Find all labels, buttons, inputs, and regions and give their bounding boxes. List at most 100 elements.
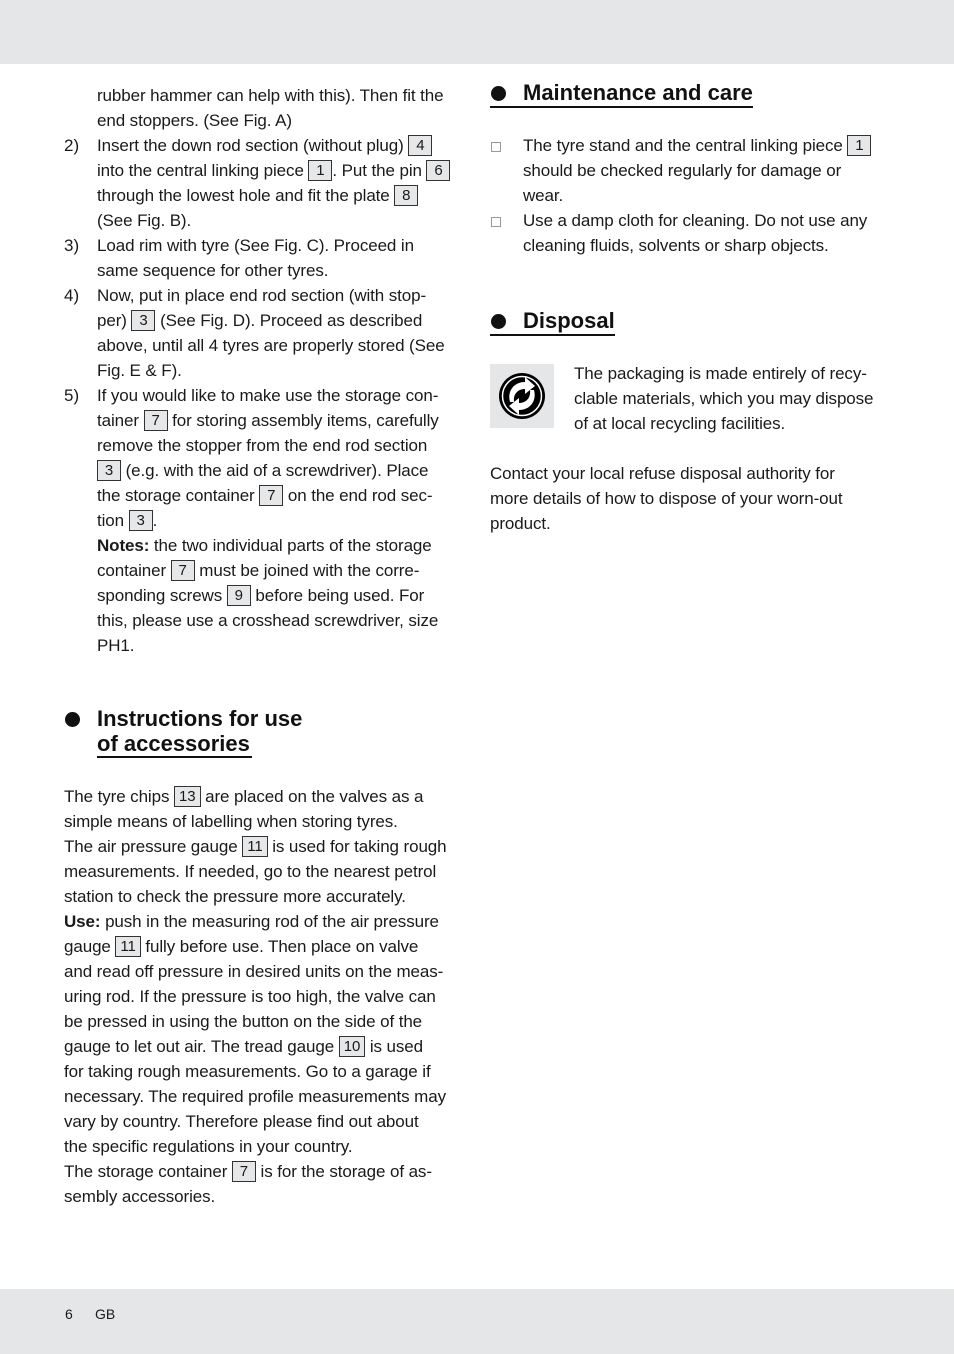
text-line: The air pressure gauge 11 is used for ta…	[64, 836, 447, 857]
part-reference-badge: 9	[226, 585, 251, 606]
assembly-step: Now, put in place end rod section (with …	[64, 283, 464, 383]
text-line: and read off pressure in desired units o…	[64, 962, 444, 981]
part-reference-badge: 7	[231, 1161, 256, 1182]
heading-bullet-icon	[65, 712, 80, 727]
contact-text: Contact your local refuse disposal autho…	[490, 461, 890, 536]
text-line: vary by country. Therefore please find o…	[64, 1112, 419, 1131]
part-reference-badge: 7	[259, 485, 284, 506]
recycling-icon-box	[490, 364, 554, 428]
part-reference-badge: 1	[847, 135, 872, 156]
text-line: tainer 7 for storing assembly items, car…	[97, 410, 439, 431]
step-continuation: rubber hammer can help with this). Then …	[64, 83, 464, 133]
text-line: product.	[490, 514, 551, 533]
text-line: for taking rough measurements. Go to a g…	[64, 1062, 431, 1081]
heading-text: Maintenance and care	[523, 80, 753, 105]
text-line: The tyre chips 13 are placed on the valv…	[64, 786, 424, 807]
right-column: Maintenance and care The tyre stand and …	[490, 80, 890, 536]
text-line: more details of how to dispose of your w…	[490, 489, 843, 508]
text-line: same sequence for other tyres.	[97, 261, 329, 280]
text-line: simple means of labelling when storing t…	[64, 812, 398, 831]
step-number: 2)	[64, 136, 80, 155]
text-line: through the lowest hole and fit the plat…	[64, 183, 464, 208]
text-line: Fig. E & F).	[97, 361, 182, 380]
text-line: tion 3.	[97, 510, 158, 531]
text-line: per) 3 (See Fig. D). Proceed as describe…	[97, 310, 423, 331]
text-line: Insert the down rod section (without plu…	[64, 133, 464, 158]
text-line: If you would like to make use the storag…	[97, 386, 439, 405]
text-line: Use a damp cloth for cleaning. Do not us…	[523, 211, 868, 230]
heading-text: Disposal	[523, 308, 615, 333]
text-line: end stoppers. (See Fig. A)	[97, 111, 292, 130]
text-line: sembly accessories.	[64, 1187, 216, 1206]
part-reference-badge: 10	[338, 1036, 366, 1057]
part-reference-badge: 1	[308, 160, 333, 181]
text-line: remove the stopper from the end rod sect…	[97, 436, 428, 455]
bold-label: Notes:	[97, 536, 150, 555]
text-line: gauge to let out air. The tread gauge 10…	[64, 1036, 424, 1057]
text-line: the specific regulations in your country…	[64, 1137, 353, 1156]
heading-line: Instructions for use	[97, 706, 303, 731]
green-dot-recycling-icon	[499, 373, 545, 419]
text-line: above, until all 4 tyres are properly st…	[97, 336, 445, 355]
text-line: into the central linking piece 1. Put th…	[64, 158, 464, 183]
maintenance-item: The tyre stand and the central linking p…	[490, 133, 890, 208]
maintenance-item: Use a damp cloth for cleaning. Do not us…	[490, 208, 890, 258]
maintenance-list: The tyre stand and the central linking p…	[490, 133, 890, 258]
text-line: The tyre stand and the central linking p…	[490, 133, 890, 158]
text-line: Load rim with tyre (See Fig. C). Proceed…	[97, 236, 414, 255]
accessories-text: The tyre chips 13 are placed on the valv…	[64, 784, 464, 1209]
text-line: cleaning fluids, solvents or sharp objec…	[523, 236, 829, 255]
text-line: (See Fig. B).	[97, 211, 192, 230]
text-line: Now, put in place end rod section (with …	[97, 286, 427, 305]
heading-bullet-icon	[491, 314, 506, 329]
maintenance-heading: Maintenance and care	[490, 80, 890, 108]
text-line: sponding screws 9 before being used. For	[97, 585, 425, 606]
text-line: The packaging is made entirely of recy-	[574, 364, 867, 383]
text-line: gauge 11 fully before use. Then place on…	[64, 936, 419, 957]
part-reference-badge: 7	[143, 410, 168, 431]
footer-band	[0, 1289, 954, 1354]
bold-label: Use:	[64, 912, 101, 931]
assembly-step: Insert the down rod section (without plu…	[64, 133, 464, 233]
part-reference-badge: 4	[408, 135, 433, 156]
text-line: clable materials, which you may dispose	[574, 389, 874, 408]
part-reference-badge: 6	[426, 160, 451, 181]
part-reference-badge: 7	[170, 560, 195, 581]
square-bullet-icon	[491, 142, 501, 152]
text-line: station to check the pressure more accur…	[64, 887, 406, 906]
text-line: this, please use a crosshead screwdriver…	[97, 611, 439, 630]
part-reference-badge: 8	[394, 185, 419, 206]
text-line: be pressed in using the button on the si…	[64, 1012, 423, 1031]
packaging-block: The packaging is made entirely of recy- …	[490, 361, 890, 436]
text-line: rubber hammer can help with this). Then …	[97, 86, 444, 105]
step-number: 3)	[64, 236, 80, 255]
part-reference-badge: 3	[97, 460, 121, 481]
text-line: uring rod. If the pressure is too high, …	[64, 987, 436, 1006]
text-line: The storage container 7 is for the stora…	[64, 1161, 432, 1182]
square-bullet-icon	[491, 217, 501, 227]
assembly-step: If you would like to make use the storag…	[64, 383, 464, 658]
language-code: GB	[95, 1306, 116, 1322]
header-band	[0, 0, 954, 64]
heading-bullet-icon	[491, 86, 506, 101]
left-column: rubber hammer can help with this). Then …	[64, 83, 464, 1209]
text-line: measurements. If needed, go to the neare…	[64, 862, 437, 881]
part-reference-badge: 13	[174, 786, 201, 807]
part-reference-badge: 11	[242, 836, 268, 857]
part-reference-badge: 11	[115, 936, 141, 957]
part-reference-badge: 3	[131, 310, 156, 331]
disposal-heading: Disposal	[490, 308, 890, 336]
text-line: should be checked regularly for damage o…	[523, 161, 842, 180]
text-line: 3 (e.g. with the aid of a screwdriver). …	[64, 458, 464, 483]
text-line: container 7 must be joined with the corr…	[97, 560, 420, 581]
text-line: necessary. The required profile measurem…	[64, 1087, 446, 1106]
text-line: PH1.	[97, 636, 135, 655]
heading-line: of accessories	[97, 731, 252, 758]
step-number: 5)	[64, 386, 80, 405]
step-number: 4)	[64, 286, 80, 305]
text-line: Contact your local refuse disposal autho…	[490, 464, 835, 483]
text-line: the storage container 7 on the end rod s…	[97, 485, 433, 506]
text-line: of at local recycling facilities.	[574, 414, 786, 433]
assembly-steps-list: Insert the down rod section (without plu…	[64, 133, 464, 658]
page-number: 6	[65, 1306, 73, 1322]
